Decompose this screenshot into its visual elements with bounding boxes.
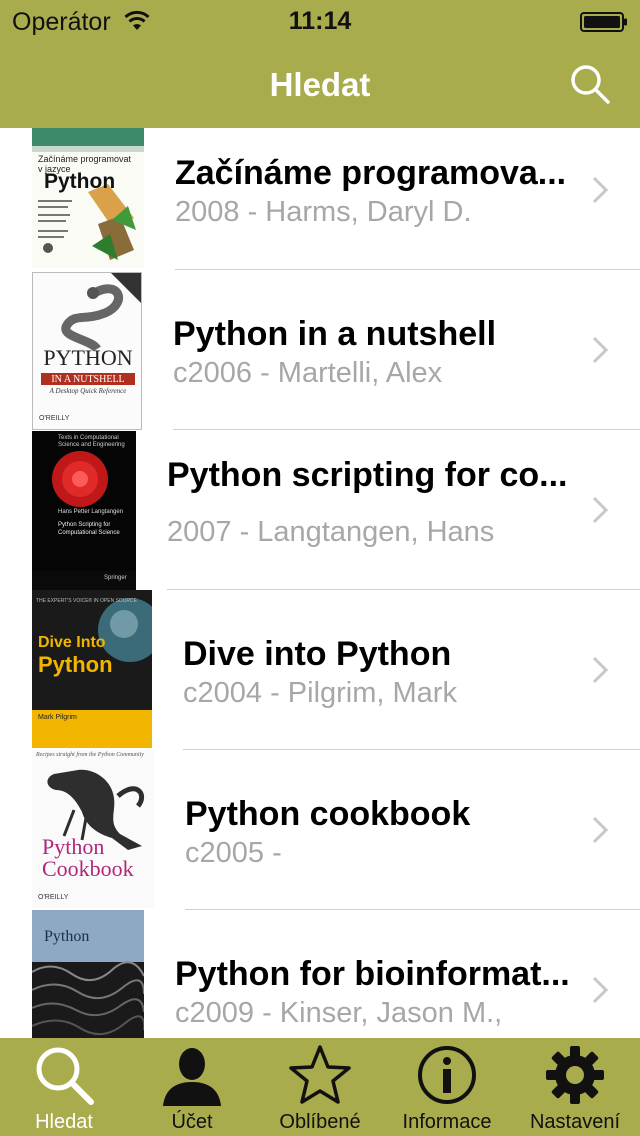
book-subtitle: 2007 - Langtangen, Hans (167, 516, 495, 548)
book-cover: PYTHON IN A NUTSHELL A Desktop Quick Ref… (32, 272, 142, 430)
book-row[interactable]: Texts in Computational Science and Engin… (0, 430, 640, 590)
chevron-right-icon (592, 816, 609, 844)
tab-bar: Hledat Účet Oblíbené Informace Nastavení (0, 1038, 640, 1136)
book-title: Začínáme programova... (175, 154, 567, 192)
cover-publisher: O'REILLY (38, 894, 69, 901)
book-subtitle: c2004 - Pilgrim, Mark (183, 677, 457, 709)
account-icon (163, 1048, 221, 1106)
book-subtitle: c2006 - Martelli, Alex (173, 357, 443, 389)
book-row[interactable]: Začínáme programovat v jazyce Python Zač… (0, 128, 640, 270)
book-subtitle: c2005 - (185, 837, 282, 869)
book-subtitle: c2009 - Kinser, Jason M., (175, 997, 503, 1029)
book-title: Python for bioinformat... (175, 955, 570, 993)
chevron-right-icon (592, 976, 609, 1004)
book-cover: Začínáme programovat v jazyce Python (32, 128, 144, 268)
book-cover: Texts in Computational Science and Engin… (32, 431, 136, 590)
cover-title: Python (44, 170, 116, 193)
tab-settings[interactable]: Nastavení (510, 1038, 640, 1136)
navigation-bar: Operátor 11:14 Hledat (0, 0, 640, 128)
cover-title: Python (44, 928, 90, 945)
gear-icon (546, 1046, 604, 1104)
status-bar: Operátor 11:14 (0, 0, 640, 40)
book-row[interactable]: Recipes straight from the Python Communi… (0, 750, 640, 910)
chevron-right-icon (592, 176, 609, 204)
tab-label: Informace (402, 1111, 492, 1133)
book-cover: THE EXPERT'S VOICE® IN OPEN SOURCE Dive … (32, 590, 152, 748)
cover-caption: Recipes straight from the Python Communi… (36, 752, 144, 758)
book-title: Python cookbook (185, 795, 471, 833)
book-row[interactable]: PYTHON IN A NUTSHELL A Desktop Quick Ref… (0, 270, 640, 430)
cover-title: Python Scripting for Computational Scien… (58, 522, 120, 536)
cover-caption: THE EXPERT'S VOICE® IN OPEN SOURCE (36, 598, 137, 604)
book-title: Python scripting for co... (167, 456, 568, 494)
search-icon (36, 1047, 94, 1105)
page-title: Hledat (269, 66, 371, 103)
book-row[interactable]: THE EXPERT'S VOICE® IN OPEN SOURCE Dive … (0, 590, 640, 750)
cover-author: Mark Pilgrim (38, 714, 77, 721)
book-list: Začínáme programovat v jazyce Python Zač… (0, 128, 640, 1038)
cover-title: Dive Into (38, 634, 106, 651)
tab-label: Účet (171, 1111, 213, 1133)
cover-band: IN A NUTSHELL (51, 374, 125, 385)
tab-account[interactable]: Účet (128, 1038, 256, 1136)
book-title: Python in a nutshell (173, 315, 497, 353)
star-icon (289, 1045, 351, 1104)
cover-publisher: O'REILLY (39, 415, 70, 422)
cover-caption: Texts in Computational Science and Engin… (58, 435, 125, 448)
tab-info[interactable]: Informace (384, 1038, 510, 1136)
chevron-right-icon (592, 656, 609, 684)
search-icon[interactable] (568, 62, 612, 106)
cover-title: PYTHON (43, 345, 133, 370)
tab-search[interactable]: Hledat (0, 1038, 128, 1136)
cover-author: Hans Petter Langtangen (58, 509, 124, 515)
book-title: Dive into Python (183, 635, 452, 673)
book-cover: Recipes straight from the Python Communi… (32, 750, 154, 908)
chevron-right-icon (592, 496, 609, 524)
tab-label: Oblíbené (279, 1111, 361, 1133)
cover-title: Python (38, 652, 113, 677)
info-icon (418, 1046, 476, 1104)
cover-publisher: Springer (104, 575, 127, 581)
book-subtitle: 2008 - Harms, Daryl D. (175, 196, 472, 228)
battery-icon (580, 12, 627, 32)
status-time: 11:14 (288, 7, 352, 35)
cover-title: Cookbook (42, 856, 134, 881)
tab-favorites[interactable]: Oblíbené (256, 1038, 384, 1136)
book-cover: Python (32, 910, 144, 1038)
cover-caption: A Desktop Quick Reference (49, 387, 127, 395)
tab-label: Nastavení (529, 1111, 621, 1133)
chevron-right-icon (592, 336, 609, 364)
tab-label: Hledat (35, 1111, 93, 1133)
book-row[interactable]: Python Python for bioinformat... c2009 -… (0, 910, 640, 1038)
